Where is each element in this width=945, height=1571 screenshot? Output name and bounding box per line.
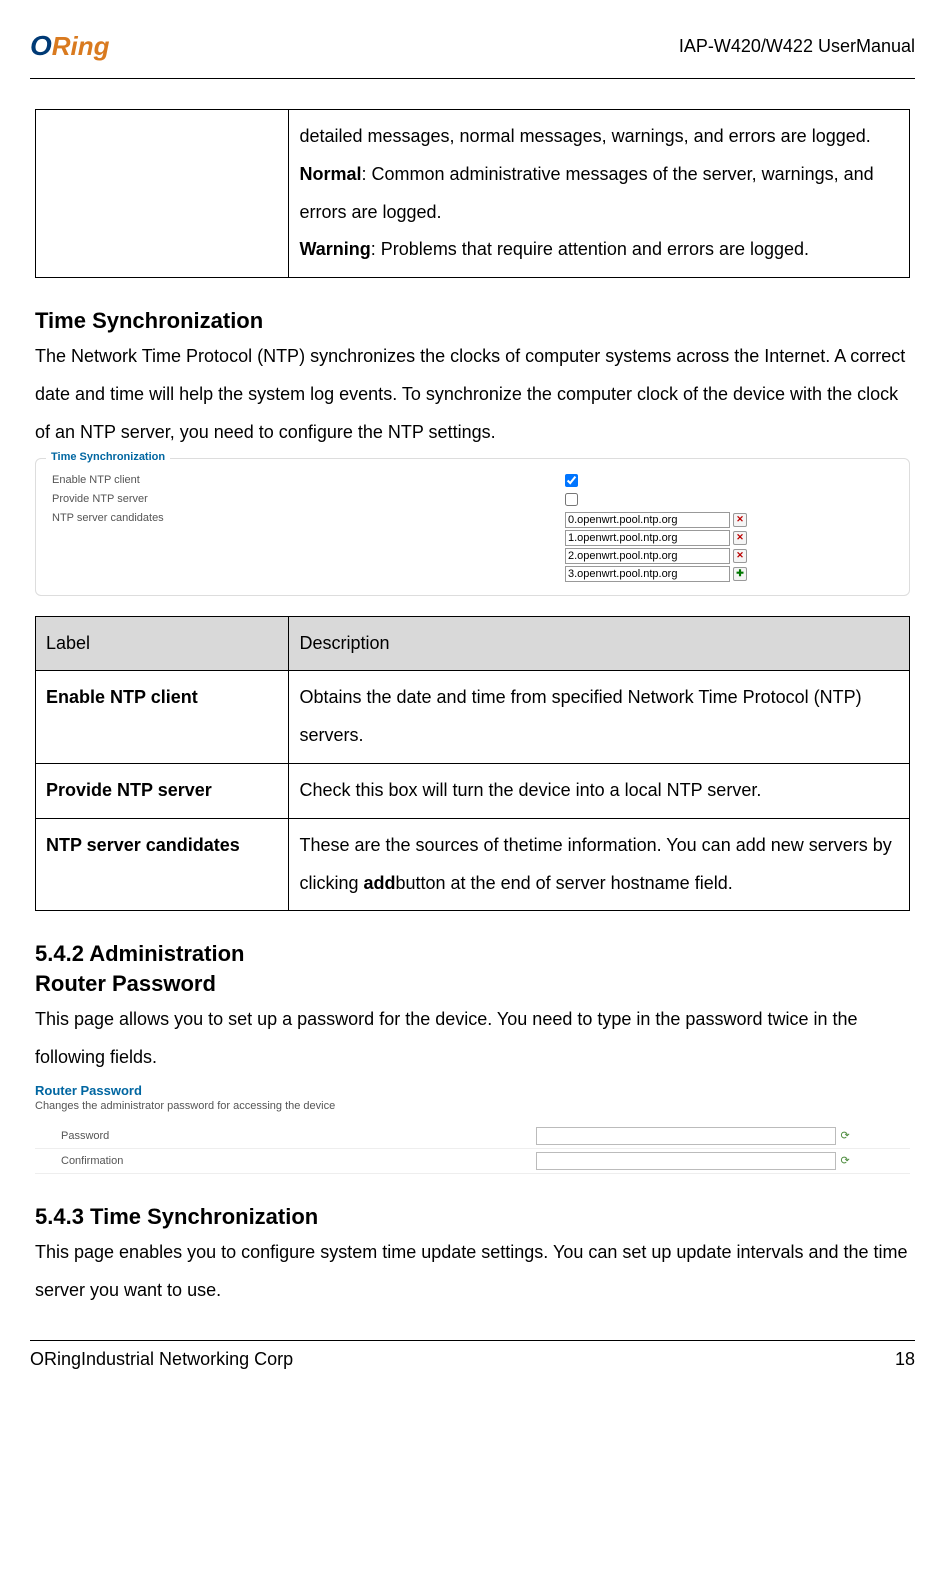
provide-ntp-label: Provide NTP server <box>52 493 565 505</box>
provide-ntp-checkbox[interactable] <box>565 493 578 506</box>
ntp-candidate-input[interactable] <box>565 548 730 564</box>
brand-logo: ORing <box>30 30 110 62</box>
reveal-password-icon[interactable]: ⟳ <box>840 1129 854 1143</box>
warning-text: : Problems that require attention and er… <box>371 239 809 259</box>
password-row: Password 🔑 ⟳ <box>35 1124 910 1149</box>
td-desc: These are the sources of thetime informa… <box>289 818 910 911</box>
table-row: detailed messages, normal messages, warn… <box>36 110 910 278</box>
time-sync-paragraph: The Network Time Protocol (NTP) synchron… <box>35 338 910 451</box>
log-level-description-cell: detailed messages, normal messages, warn… <box>289 110 910 278</box>
ntp-candidates-label: NTP server candidates <box>52 512 565 524</box>
detailed-text: detailed messages, normal messages, warn… <box>299 126 870 146</box>
remove-candidate-button[interactable]: ✕ <box>733 531 747 545</box>
desc-part-b: button at the end of server hostname fie… <box>396 873 733 893</box>
provide-ntp-row: Provide NTP server <box>46 490 899 509</box>
password-label: Password <box>61 1130 536 1142</box>
log-level-table-continued: detailed messages, normal messages, warn… <box>35 109 910 278</box>
normal-label: Normal <box>299 164 361 184</box>
time-sync-heading: Time Synchronization <box>35 308 910 334</box>
time-sync-table: Label Description Enable NTP client Obta… <box>35 616 910 912</box>
page-header: ORing IAP-W420/W422 UserManual <box>30 30 915 68</box>
confirmation-row: Confirmation 🔑 ⟳ <box>35 1149 910 1174</box>
table-row: Enable NTP client Obtains the date and t… <box>36 671 910 764</box>
ntp-candidate-input[interactable] <box>565 512 730 528</box>
ntp-candidates-list: ✕ ✕ ✕ ✚ <box>565 512 893 582</box>
reveal-confirmation-icon[interactable]: ⟳ <box>840 1154 854 1168</box>
time-sync-2-heading: 5.4.3 Time Synchronization <box>35 1204 910 1230</box>
footer-company: ORingIndustrial Networking Corp <box>30 1349 293 1370</box>
enable-ntp-label: Enable NTP client <box>52 474 565 486</box>
td-label: Enable NTP client <box>36 671 289 764</box>
administration-heading: 5.4.2 Administration <box>35 941 910 967</box>
empty-label-cell <box>36 110 289 278</box>
remove-candidate-button[interactable]: ✕ <box>733 513 747 527</box>
enable-ntp-checkbox[interactable] <box>565 474 578 487</box>
confirmation-input[interactable] <box>536 1152 836 1170</box>
add-bold: add <box>363 873 395 893</box>
router-password-subheading: Router Password <box>35 971 910 997</box>
remove-candidate-button[interactable]: ✕ <box>733 549 747 563</box>
td-desc: Check this box will turn the device into… <box>289 763 910 818</box>
rp-panel-title: Router Password <box>35 1083 910 1098</box>
ntp-candidate-item: ✕ <box>565 512 893 528</box>
router-password-paragraph: This page allows you to set up a passwor… <box>35 1001 910 1077</box>
ntp-candidate-item: ✕ <box>565 530 893 546</box>
password-input[interactable] <box>536 1127 836 1145</box>
rp-panel-subtitle: Changes the administrator password for a… <box>35 1100 910 1112</box>
table-row: NTP server candidates These are the sour… <box>36 818 910 911</box>
logo-ring-glyph: Ring <box>52 31 110 62</box>
header-divider <box>30 78 915 79</box>
time-sync-2-paragraph: This page enables you to configure syste… <box>35 1234 910 1310</box>
footer-page-number: 18 <box>895 1349 915 1370</box>
normal-text: : Common administrative messages of the … <box>299 164 873 222</box>
th-description: Description <box>289 616 910 671</box>
td-label: NTP server candidates <box>36 818 289 911</box>
table-header-row: Label Description <box>36 616 910 671</box>
confirmation-label: Confirmation <box>61 1155 536 1167</box>
add-candidate-button[interactable]: ✚ <box>733 567 747 581</box>
td-label: Provide NTP server <box>36 763 289 818</box>
time-sync-fieldset: Time Synchronization Enable NTP client P… <box>35 458 910 596</box>
document-title: IAP-W420/W422 UserManual <box>679 36 915 57</box>
time-sync-legend: Time Synchronization <box>46 451 170 463</box>
router-password-panel: Router Password Changes the administrato… <box>35 1083 910 1174</box>
th-label: Label <box>36 616 289 671</box>
warning-label: Warning <box>299 239 370 259</box>
enable-ntp-row: Enable NTP client <box>46 471 899 490</box>
ntp-candidate-item: ✕ <box>565 548 893 564</box>
table-row: Provide NTP server Check this box will t… <box>36 763 910 818</box>
ntp-candidates-row: NTP server candidates ✕ ✕ ✕ <box>46 509 899 585</box>
ntp-candidate-input[interactable] <box>565 530 730 546</box>
logo-o-glyph: O <box>30 30 52 62</box>
page-footer: ORingIndustrial Networking Corp 18 <box>30 1341 915 1370</box>
td-desc: Obtains the date and time from specified… <box>289 671 910 764</box>
ntp-candidate-input[interactable] <box>565 566 730 582</box>
ntp-candidate-item: ✚ <box>565 566 893 582</box>
